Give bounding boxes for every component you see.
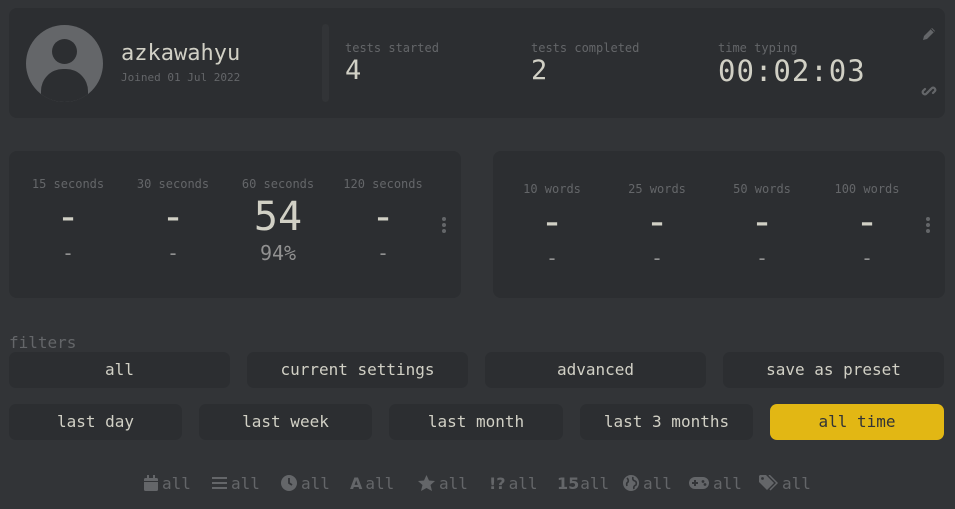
numbers-icon: 15 — [557, 473, 580, 493]
gamepad-icon — [689, 477, 709, 489]
stat-tests-completed: tests completed 2 — [531, 41, 639, 87]
stat-tests-started: tests started 4 — [345, 41, 439, 87]
pb-accuracy: 94% — [259, 241, 297, 265]
pb-label: 25 words — [628, 182, 686, 196]
filter-language-globe[interactable]: all — [623, 472, 672, 494]
pb-30-seconds: 30 seconds - - — [123, 177, 223, 265]
pb-wpm: - — [539, 199, 565, 245]
pb-accuracy: - — [376, 241, 390, 265]
stat-value: 4 — [345, 55, 362, 86]
pencil-icon[interactable] — [921, 26, 937, 42]
pb-label: 15 seconds — [31, 177, 105, 191]
pb-accuracy: - — [860, 246, 874, 270]
filter-value: all — [580, 473, 610, 493]
stat-label: time typing — [718, 41, 798, 55]
pb-label: 60 seconds — [241, 177, 315, 191]
pb-wpm: 54 — [253, 194, 303, 240]
stat-value: 2 — [531, 55, 548, 86]
pb-accuracy: - — [61, 241, 75, 265]
pb-label: 50 words — [733, 182, 791, 196]
filter-value: all — [508, 473, 538, 493]
stat-value: 00:02:03 — [718, 54, 866, 88]
pb-wpm: - — [854, 199, 880, 245]
filter-funbox[interactable]: all — [689, 472, 742, 494]
advanced-filters-button[interactable]: advanced — [485, 352, 706, 388]
filter-date[interactable]: all — [144, 472, 191, 494]
range-last-3-months-button[interactable]: last 3 months — [580, 404, 753, 440]
pb-wpm: - — [370, 194, 396, 240]
font-icon: A — [350, 473, 363, 493]
pb-100-words: 100 words - - — [817, 182, 917, 270]
pb-label: 120 seconds — [343, 177, 423, 191]
range-last-month-button[interactable]: last month — [389, 404, 563, 440]
filter-value: all — [439, 473, 468, 493]
filters-title: filters — [9, 333, 77, 352]
save-as-preset-button[interactable]: save as preset — [723, 352, 944, 388]
filter-difficulty[interactable]: all — [418, 472, 468, 494]
username: azkawahyu — [121, 41, 241, 66]
avatar — [26, 25, 103, 102]
bars-icon — [212, 476, 227, 490]
pb-accuracy: - — [650, 246, 664, 270]
filter-value: all — [231, 473, 260, 493]
range-all-time-button[interactable]: all time — [770, 404, 944, 440]
profile-card: azkawahyu Joined 01 Jul 2022 tests start… — [9, 8, 945, 118]
pb-accuracy: - — [755, 246, 769, 270]
filter-mode[interactable]: all — [212, 472, 260, 494]
preset-current-settings-button[interactable]: current settings — [247, 352, 468, 388]
more-options-icon[interactable] — [442, 217, 446, 235]
stat-label: tests completed — [531, 41, 640, 55]
pb-label: 100 words — [834, 182, 900, 196]
calendar-icon — [144, 475, 158, 491]
filter-tags[interactable]: all — [759, 472, 811, 494]
globe-icon — [623, 475, 639, 491]
clock-icon — [281, 475, 297, 491]
pb-10-words: 10 words - - — [502, 182, 602, 270]
filter-value: all — [301, 473, 330, 493]
pb-25-words: 25 words - - — [607, 182, 707, 270]
personal-bests-time: 15 seconds - - 30 seconds - - 60 seconds… — [9, 151, 461, 298]
pb-accuracy: - — [545, 246, 559, 270]
active-filters-row: all all all A all all !? all 15 all all — [0, 472, 955, 494]
stat-time-typing: time typing 00:02:03 — [718, 41, 866, 87]
pb-wpm: - — [749, 199, 775, 245]
filter-numbers[interactable]: 15 all — [557, 472, 609, 494]
pb-15-seconds: 15 seconds - - — [18, 177, 118, 265]
filter-value: all — [365, 473, 395, 493]
filter-value: all — [162, 473, 191, 493]
range-last-week-button[interactable]: last week — [199, 404, 372, 440]
tag-icon — [759, 475, 778, 491]
joined-date: Joined 01 Jul 2022 — [121, 71, 241, 84]
pb-wpm: - — [55, 194, 81, 240]
pb-label: 10 words — [523, 182, 581, 196]
pb-wpm: - — [644, 199, 670, 245]
filter-time[interactable]: all — [281, 472, 330, 494]
star-icon — [418, 475, 435, 491]
personal-bests-words: 10 words - - 25 words - - 50 words - - 1… — [493, 151, 945, 298]
divider — [322, 24, 329, 102]
pb-wpm: - — [160, 194, 186, 240]
link-icon[interactable] — [921, 83, 937, 99]
pb-accuracy: - — [166, 241, 180, 265]
preset-all-button[interactable]: all — [9, 352, 230, 388]
pb-50-words: 50 words - - — [712, 182, 812, 270]
filter-language[interactable]: A all — [350, 472, 394, 494]
range-last-day-button[interactable]: last day — [9, 404, 182, 440]
punctuation-icon: !? — [489, 473, 506, 493]
stat-label: tests started — [345, 41, 439, 55]
pb-60-seconds: 60 seconds 54 94% — [228, 177, 328, 265]
more-options-icon[interactable] — [926, 217, 930, 235]
filter-value: all — [713, 473, 742, 493]
pb-120-seconds: 120 seconds - - — [333, 177, 433, 265]
filter-value: all — [782, 473, 811, 493]
filter-value: all — [643, 473, 672, 493]
pb-label: 30 seconds — [136, 177, 210, 191]
filter-punctuation[interactable]: !? all — [489, 472, 537, 494]
